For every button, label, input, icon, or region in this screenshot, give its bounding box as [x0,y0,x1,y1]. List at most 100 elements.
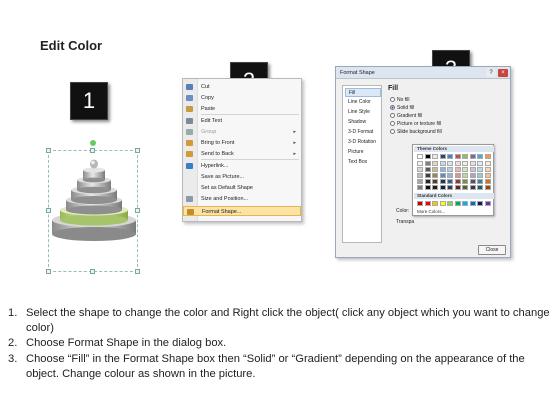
theme-shade-swatch[interactable] [469,167,476,172]
theme-shade-swatch[interactable] [454,185,461,190]
menu-item-cut[interactable]: Cut [183,82,301,92]
rotation-handle[interactable] [90,140,96,146]
theme-color-swatch[interactable] [469,154,476,159]
theme-shade-swatch[interactable] [462,161,468,166]
theme-color-swatch[interactable] [432,154,438,159]
menu-item-group[interactable]: Group ▸ [183,127,301,137]
theme-color-swatch[interactable] [424,154,431,159]
theme-shade-swatch[interactable] [439,173,446,178]
theme-shade-swatch[interactable] [477,173,483,178]
menu-item-copy[interactable]: Copy [183,93,301,103]
theme-shade-swatch[interactable] [477,179,483,184]
theme-shade-swatch[interactable] [484,173,491,178]
theme-shade-swatch[interactable] [439,185,446,190]
theme-shade-swatch[interactable] [432,185,438,190]
theme-shade-swatch[interactable] [469,161,476,166]
layered-pyramid-shape[interactable] [48,150,140,272]
theme-shade-swatch[interactable] [447,173,453,178]
theme-shade-swatch[interactable] [477,167,483,172]
radio-slide-background-fill[interactable]: Slide background fill [390,129,442,136]
theme-shade-swatch[interactable] [454,167,461,172]
standard-color-swatch[interactable] [462,201,468,206]
theme-color-swatch[interactable] [439,154,446,159]
theme-shade-swatch[interactable] [454,161,461,166]
nav-item-picture[interactable]: Picture [345,148,381,157]
standard-color-swatch[interactable] [417,201,423,206]
theme-shade-swatch[interactable] [462,167,468,172]
standard-color-swatch[interactable] [477,201,483,206]
theme-shade-swatch[interactable] [417,179,423,184]
theme-shade-swatch[interactable] [477,161,483,166]
theme-shade-swatch[interactable] [469,179,476,184]
nav-item-text-box[interactable]: Text Box [345,158,381,167]
theme-shade-swatch[interactable] [447,167,453,172]
theme-shade-swatch[interactable] [417,161,423,166]
theme-shade-swatch[interactable] [462,173,468,178]
theme-shade-swatch[interactable] [447,161,453,166]
standard-color-swatch[interactable] [432,201,438,206]
radio-no-fill[interactable]: No fill [390,97,410,104]
theme-shade-swatch[interactable] [447,179,453,184]
nav-item-line-style[interactable]: Line Style [345,108,381,117]
theme-shade-swatch[interactable] [454,173,461,178]
standard-color-swatch[interactable] [469,201,476,206]
standard-color-swatch[interactable] [484,201,491,206]
theme-shade-swatch[interactable] [439,179,446,184]
theme-shade-swatch[interactable] [432,179,438,184]
standard-color-swatch[interactable] [454,201,461,206]
theme-color-swatch[interactable] [454,154,461,159]
radio-gradient-fill[interactable]: Gradient fill [390,113,422,120]
menu-item-send-to-back[interactable]: Send to Back ▸ [183,149,301,159]
menu-item-paste[interactable]: Paste [183,104,301,114]
theme-shade-swatch[interactable] [484,185,491,190]
theme-shade-swatch[interactable] [417,173,423,178]
menu-item-size-and-position[interactable]: Size and Position... [183,194,301,204]
theme-shade-swatch[interactable] [424,185,431,190]
theme-shade-swatch[interactable] [424,167,431,172]
nav-item-shadow[interactable]: Shadow [345,118,381,127]
theme-shade-swatch[interactable] [432,161,438,166]
close-icon[interactable]: × [498,69,508,77]
theme-color-swatch[interactable] [477,154,483,159]
theme-color-swatch[interactable] [447,154,453,159]
theme-color-swatch[interactable] [484,154,491,159]
theme-shade-swatch[interactable] [439,167,446,172]
more-colors-link[interactable]: More Colors... [417,209,445,214]
theme-shade-swatch[interactable] [484,179,491,184]
theme-shade-swatch[interactable] [424,173,431,178]
theme-shade-swatch[interactable] [432,173,438,178]
theme-shade-swatch[interactable] [424,161,431,166]
radio-solid-fill[interactable]: Solid fill [390,105,414,112]
nav-item-fill[interactable]: Fill [345,88,381,97]
theme-shade-swatch[interactable] [484,161,491,166]
theme-shade-swatch[interactable] [447,185,453,190]
standard-color-swatch[interactable] [439,201,446,206]
radio-picture-fill[interactable]: Picture or texture fill [390,121,441,128]
theme-shade-swatch[interactable] [439,161,446,166]
theme-shade-swatch[interactable] [477,185,483,190]
help-button[interactable]: ? [486,69,496,77]
theme-shade-swatch[interactable] [469,185,476,190]
menu-item-set-as-default-shape[interactable]: Set as Default Shape [183,183,301,193]
theme-shade-swatch[interactable] [469,173,476,178]
theme-color-swatch[interactable] [462,154,468,159]
menu-item-edit-text[interactable]: Edit Text [183,116,301,126]
menu-item-format-shape[interactable]: Format Shape... [183,206,301,216]
standard-color-swatch[interactable] [447,201,453,206]
menu-item-save-as-picture[interactable]: Save as Picture... [183,172,301,182]
theme-shade-swatch[interactable] [484,167,491,172]
nav-item-3d-format[interactable]: 3-D Format [345,128,381,137]
menu-item-hyperlink[interactable]: Hyperlink... [183,161,301,171]
theme-shade-swatch[interactable] [432,167,438,172]
standard-color-swatch[interactable] [424,201,431,206]
nav-item-3d-rotation[interactable]: 3-D Rotation [345,138,381,147]
theme-shade-swatch[interactable] [462,185,468,190]
theme-shade-swatch[interactable] [454,179,461,184]
theme-shade-swatch[interactable] [417,185,423,190]
close-button[interactable]: Close [478,245,506,255]
theme-shade-swatch[interactable] [462,179,468,184]
theme-shade-swatch[interactable] [417,167,423,172]
nav-item-line-color[interactable]: Line Color [345,98,381,107]
menu-item-bring-to-front[interactable]: Bring to Front ▸ [183,138,301,148]
theme-shade-swatch[interactable] [424,179,431,184]
